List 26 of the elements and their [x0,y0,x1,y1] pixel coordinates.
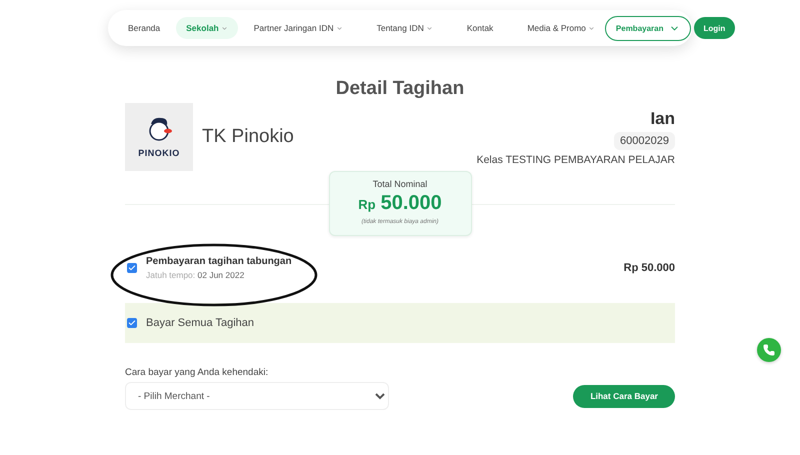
nav-link[interactable]: Kontak [456,17,504,39]
currency-label: Rp [358,197,376,212]
payment-button[interactable]: Pembayaran [604,16,690,40]
student-class: Kelas TESTING PEMBAYARAN PELAJAR [476,154,675,166]
checkbox[interactable] [127,318,137,328]
total-amount: 50.000 [380,192,442,215]
total-label: Total Nominal [372,179,428,189]
view-payment-button[interactable]: Lihat Cara Bayar [573,384,675,408]
payment-method-label: Cara bayar yang Anda kehendaki: [125,367,270,378]
due-date: Jatuh tempo: 02 Jun 2022 [146,270,246,280]
checkbox[interactable] [127,263,137,273]
page-title: Detail Tagihan [336,78,464,100]
nav-link[interactable]: Media & Promo [517,17,605,39]
pay-all-label: Bayar Semua Tagihan [146,317,254,329]
nav-link[interactable]: Beranda [118,17,170,39]
bill-amount: Rp 50.000 [624,262,675,274]
nav-link[interactable]: Tentang IDN [366,17,443,39]
login-button[interactable]: Login [694,17,736,39]
school-name: TK Pinokio [202,126,295,148]
merchant-select[interactable]: - Pilih Merchant - [125,382,389,410]
nav-link[interactable]: Partner Jaringan IDN [244,17,353,39]
student-id: 60002029 [614,132,675,150]
chat-phone-icon[interactable] [757,338,781,362]
bill-title: Pembayaran tagihan tabungan [146,256,293,267]
student-name: Ian [650,108,675,128]
logo-text: PINOKIO [138,148,180,158]
